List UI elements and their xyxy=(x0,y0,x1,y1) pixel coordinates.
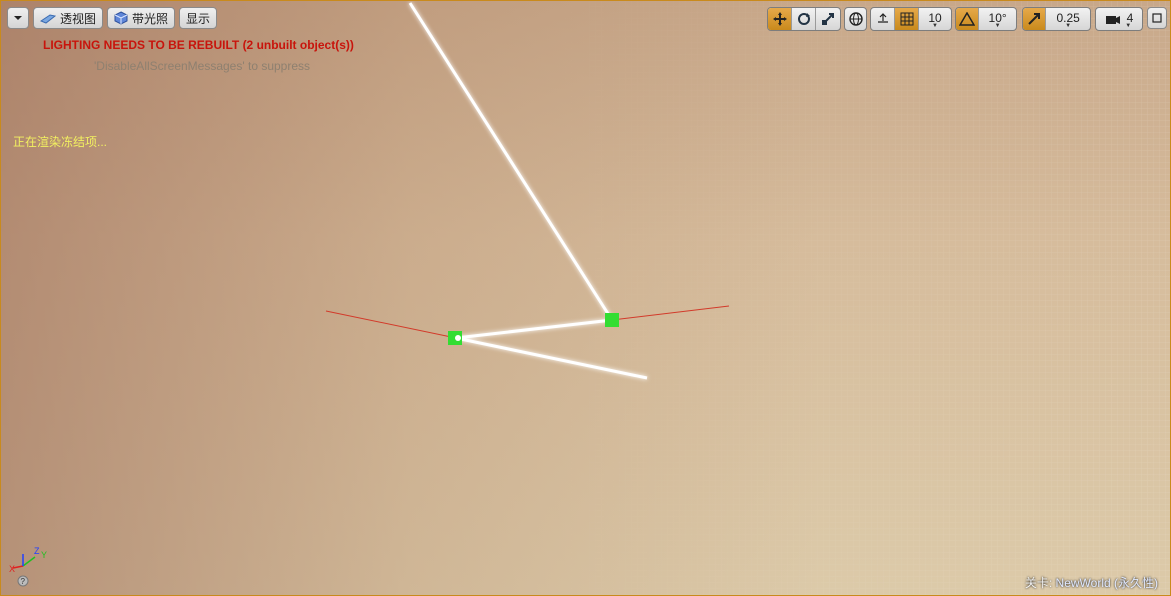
perspective-button[interactable]: 透视图 xyxy=(33,7,103,29)
coordinate-system-group xyxy=(844,7,867,31)
maximize-viewport-button[interactable] xyxy=(1147,7,1167,29)
light-beam-bottom xyxy=(455,336,648,380)
light-beam-top xyxy=(408,2,614,321)
grid-snap-group: 10 ▼ xyxy=(870,7,952,31)
red-guide-line-right xyxy=(611,305,730,321)
transform-tools xyxy=(767,7,841,31)
axis-x-label: X xyxy=(9,564,15,574)
level-viewport[interactable]: X Y Z ? 透视图 带光照 显示 10 ▼ 10° ▼ 0.25 ▼ 4 ▼… xyxy=(0,0,1171,596)
axis-gizmo: X Y Z ? xyxy=(9,546,47,587)
perspective-icon xyxy=(39,14,56,24)
show-flags-button[interactable]: 显示 xyxy=(179,7,217,29)
maximize-icon xyxy=(1152,13,1162,23)
scale-snap-value-dropdown[interactable]: 0.25 ▼ xyxy=(1046,8,1090,30)
lit-cube-icon xyxy=(114,11,128,25)
grid-snap-value-dropdown[interactable]: 10 ▼ xyxy=(919,8,951,30)
scene-canvas[interactable]: X Y Z ? xyxy=(1,1,1171,596)
light-beam-middle xyxy=(455,318,613,340)
perspective-label: 透视图 xyxy=(59,11,96,26)
rotation-snap-group: 10° ▼ xyxy=(955,7,1017,31)
axis-z-label: Z xyxy=(34,546,40,556)
chevron-down-icon xyxy=(14,16,22,20)
camera-icon xyxy=(1105,16,1120,24)
rotation-snap-value-dropdown[interactable]: 10° ▼ xyxy=(979,8,1016,30)
scale-icon xyxy=(821,13,834,25)
rotate-icon xyxy=(797,13,810,25)
svg-text:?: ? xyxy=(21,577,26,586)
move-arrows-icon xyxy=(772,12,787,26)
angle-triangle-icon xyxy=(959,12,976,26)
rotate-tool-button[interactable] xyxy=(792,8,816,30)
camera-speed-dropdown[interactable]: 4 ▼ xyxy=(1096,8,1142,30)
spline-point-glow xyxy=(455,335,461,341)
level-status: 关卡: NewWorld (永久性) xyxy=(1025,574,1158,591)
scale-tool-button[interactable] xyxy=(816,8,840,30)
axis-y-label: Y xyxy=(41,550,47,560)
level-name: NewWorld (永久性) xyxy=(1055,576,1158,590)
spline-point-right[interactable] xyxy=(605,313,619,327)
rotation-snap-toggle[interactable] xyxy=(956,8,980,30)
surface-snap-button[interactable] xyxy=(871,8,895,30)
world-coordinates-button[interactable] xyxy=(845,8,866,30)
globe-icon xyxy=(848,12,863,26)
suppress-messages-hint: 'DisableAllScreenMessages' to suppress xyxy=(94,59,311,73)
camera-speed-group: 4 ▼ xyxy=(1095,7,1143,31)
grid-icon xyxy=(900,12,913,26)
grid-snap-toggle[interactable] xyxy=(895,8,919,30)
viewport-options-button[interactable] xyxy=(7,7,29,29)
lighting-rebuild-warning: LIGHTING NEEDS TO BE REBUILT (2 unbuilt … xyxy=(43,38,354,52)
translate-tool-button[interactable] xyxy=(768,8,793,30)
level-prefix: 关卡: xyxy=(1024,576,1053,590)
lit-label: 带光照 xyxy=(131,11,168,26)
red-guide-line-left xyxy=(325,310,457,339)
scale-snap-toggle[interactable] xyxy=(1023,8,1047,30)
rendering-freeze-message: 正在渲染冻结项... xyxy=(13,135,108,149)
surface-snap-icon xyxy=(877,13,888,23)
scale-arrow-icon xyxy=(1028,13,1041,25)
show-label: 显示 xyxy=(185,11,210,26)
scale-snap-group: 0.25 ▼ xyxy=(1022,7,1091,31)
view-mode-lit-button[interactable]: 带光照 xyxy=(107,7,175,29)
